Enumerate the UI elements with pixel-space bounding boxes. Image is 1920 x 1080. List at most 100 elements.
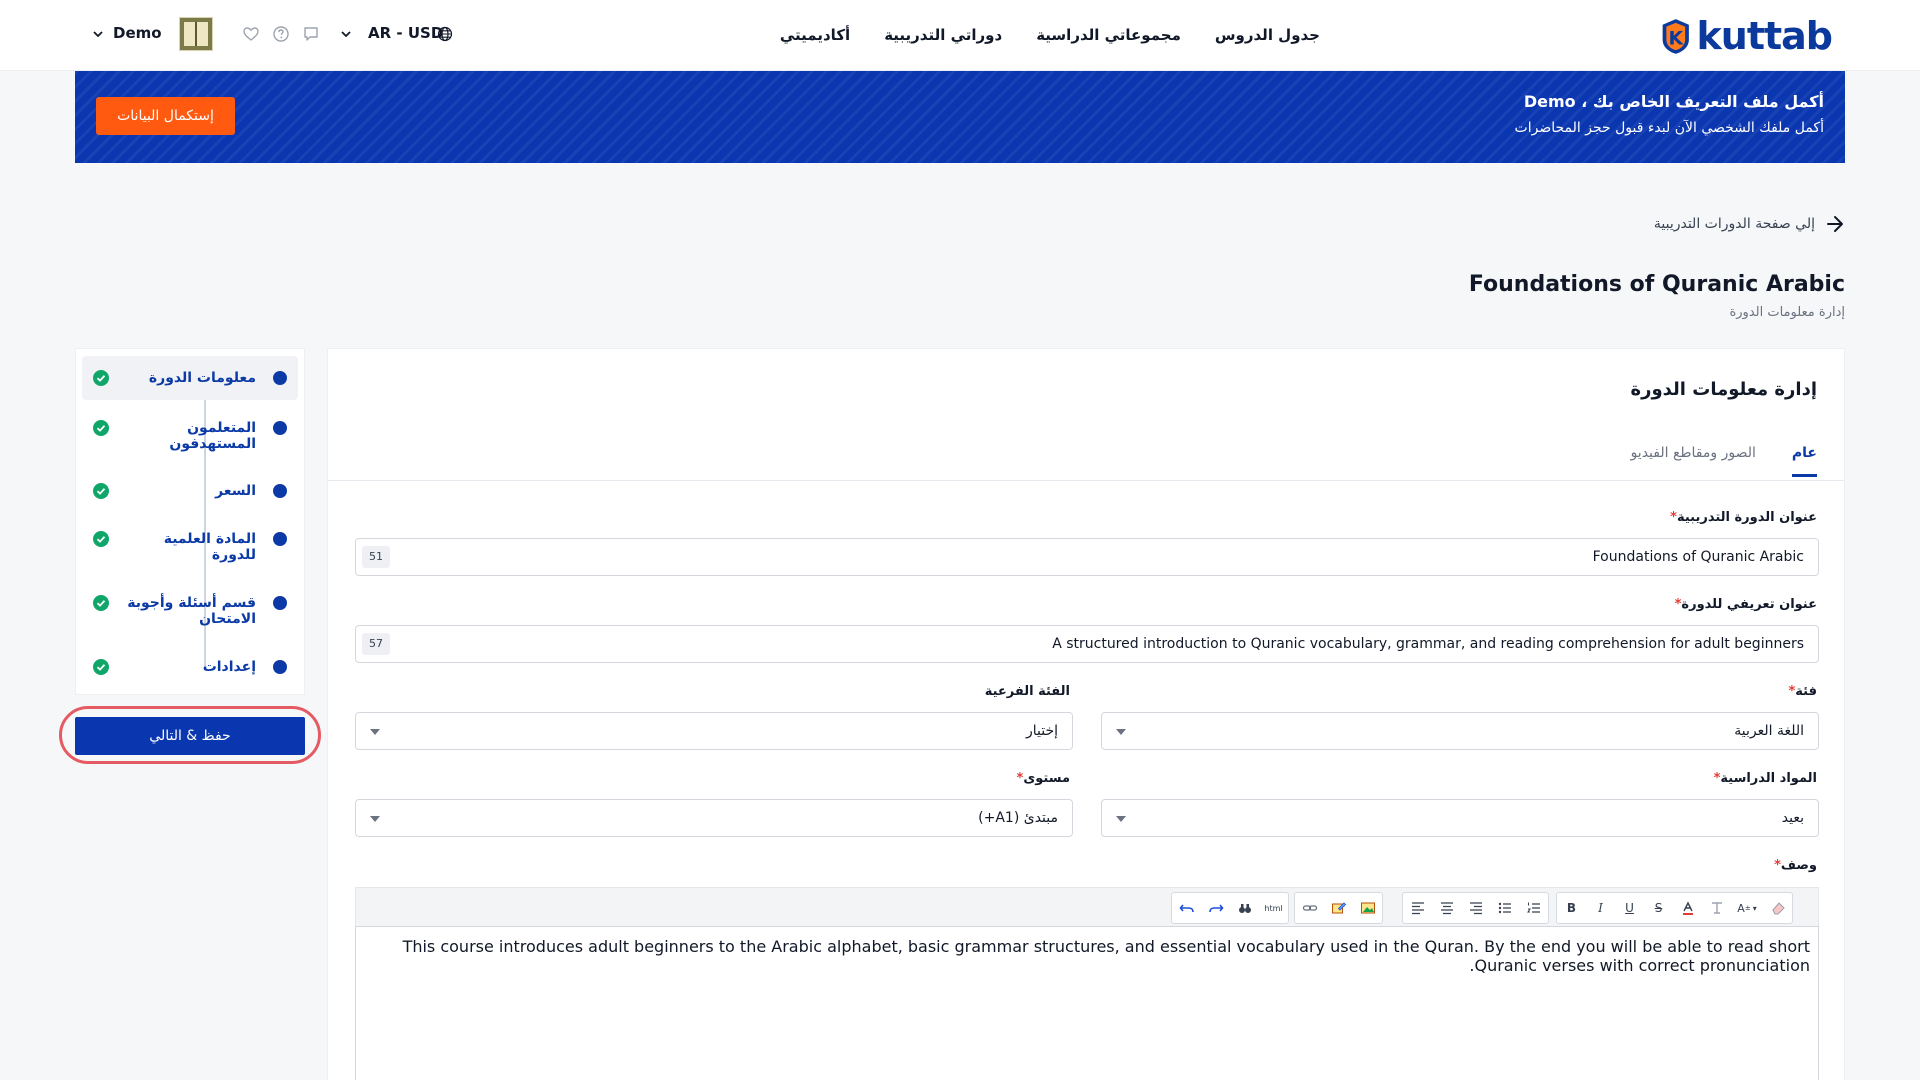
bullet-list-button[interactable] xyxy=(1490,893,1519,923)
kuttab-logo[interactable]: K kuttab xyxy=(1657,14,1833,58)
intro-title-label: عنوان تعريفي للدورة* xyxy=(1674,597,1817,612)
description-text[interactable]: This course introduces adult beginners t… xyxy=(364,937,1810,975)
link-icon xyxy=(1302,905,1317,911)
course-title-input[interactable] xyxy=(398,539,1804,575)
tabs: عام الصور ومقاطع الفيديو xyxy=(1631,445,1817,477)
eraser-icon xyxy=(1771,902,1785,915)
intro-title-field[interactable]: 57 xyxy=(355,625,1819,663)
step-label: قسم أسئلة وأجوبة الامتحان xyxy=(127,595,256,627)
course-steps-sidebar xyxy=(75,348,305,695)
step-dot xyxy=(273,484,287,498)
logo-text: kuttab xyxy=(1696,14,1833,58)
course-title-field[interactable]: 51 xyxy=(355,538,1819,576)
level-value: مبتدئ (A1+) xyxy=(978,810,1058,826)
user-name[interactable]: Demo xyxy=(113,24,162,42)
complete-profile-banner: أكمل ملف التعريف الخاص بك ، Demo أكمل مل… xyxy=(75,71,1845,163)
edit-image-button[interactable] xyxy=(1324,893,1353,923)
step-dot xyxy=(273,421,287,435)
font-size-button[interactable]: A ± ▾ xyxy=(1731,893,1763,923)
description-editor[interactable]: This course introduces adult beginners t… xyxy=(355,926,1819,1080)
completed-check-icon xyxy=(93,483,109,499)
main-nav: جدول الدروس مجموعاتي الدراسية دوراتي الت… xyxy=(780,0,1320,70)
step-settings[interactable]: إعدادات xyxy=(82,652,298,682)
image-icon xyxy=(1360,902,1375,914)
step-dot xyxy=(273,371,287,385)
arrow-right-icon xyxy=(1827,216,1843,232)
step-label: المتعلمون المستهدفون xyxy=(169,420,256,452)
redo-button[interactable] xyxy=(1201,893,1230,923)
language-chevron-down-icon[interactable] xyxy=(340,28,352,40)
align-right-button[interactable] xyxy=(1461,893,1490,923)
numbered-list-button[interactable] xyxy=(1519,893,1548,923)
toolbar-insert-group xyxy=(1294,892,1383,924)
bullet-list-icon xyxy=(1498,902,1511,914)
level-label: مستوى* xyxy=(1016,771,1070,786)
description-label: وصف* xyxy=(1774,858,1817,873)
category-label: فئة* xyxy=(1788,684,1817,699)
text-color-icon xyxy=(1682,901,1693,915)
back-link-label: إلي صفحة الدورات التدريبية xyxy=(1653,216,1815,232)
nav-study-groups[interactable]: مجموعاتي الدراسية xyxy=(1036,26,1181,44)
tab-general[interactable]: عام xyxy=(1791,445,1817,477)
step-label: معلومات الدورة xyxy=(148,370,256,386)
italic-button[interactable]: I xyxy=(1586,893,1615,923)
nav-my-academy[interactable]: أكاديميتي xyxy=(780,26,850,44)
step-price[interactable]: السعر xyxy=(82,476,298,506)
step-course-info[interactable]: معلومات الدورة xyxy=(82,356,298,400)
align-center-icon xyxy=(1440,902,1453,915)
step-target-learners[interactable]: المتعلمون المستهدفون xyxy=(82,412,298,456)
favorites-heart-icon[interactable] xyxy=(242,25,260,43)
level-select[interactable]: مبتدئ (A1+) xyxy=(355,799,1073,837)
back-to-courses-link[interactable]: إلي صفحة الدورات التدريبية xyxy=(1654,214,1845,234)
nav-lessons-schedule[interactable]: جدول الدروس xyxy=(1215,26,1320,44)
numbered-list-icon xyxy=(1526,902,1540,913)
text-color-button[interactable] xyxy=(1673,893,1702,923)
globe-icon[interactable] xyxy=(437,26,453,42)
subcategory-label: الفئة الفرعية xyxy=(984,684,1070,699)
align-center-button[interactable] xyxy=(1432,893,1461,923)
nav-my-courses[interactable]: دوراتي التدريبية xyxy=(884,26,1002,44)
svg-text:K: K xyxy=(1668,28,1684,49)
avatar[interactable] xyxy=(179,17,213,51)
course-info-card: إدارة معلومات الدورة عام الصور ومقاطع ال… xyxy=(327,348,1845,1080)
strikethrough-button[interactable]: S xyxy=(1644,893,1673,923)
editor-toolbar: B I U S A ± ▾ html xyxy=(355,887,1819,927)
clear-format-icon xyxy=(1711,902,1722,914)
bold-button[interactable]: B xyxy=(1557,893,1586,923)
language-currency-selector[interactable]: AR - USD xyxy=(368,24,443,42)
top-header: K kuttab جدول الدروس مجموعاتي الدراسية د… xyxy=(0,0,1920,71)
step-label: السعر xyxy=(215,483,256,499)
messages-chat-icon[interactable] xyxy=(302,25,320,43)
required-mark: * xyxy=(1670,510,1677,525)
step-label: المادة العلمية للدورة xyxy=(163,531,256,563)
completed-check-icon xyxy=(93,420,109,436)
header-utilities: Demo AR - USD xyxy=(0,0,470,70)
help-question-icon[interactable] xyxy=(272,25,290,43)
char-counter: 57 xyxy=(362,633,390,655)
required-mark: * xyxy=(1774,858,1781,873)
save-and-next-button[interactable]: حفظ & التالي xyxy=(75,717,305,755)
tab-images-videos[interactable]: الصور ومقاطع الفيديو xyxy=(1631,445,1756,477)
align-left-icon xyxy=(1411,902,1424,915)
step-course-material[interactable]: المادة العلمية للدورة xyxy=(82,524,298,568)
subcategory-select[interactable]: إختيار xyxy=(355,712,1073,750)
eraser-button[interactable] xyxy=(1763,893,1792,923)
intro-title-input[interactable] xyxy=(398,626,1804,662)
html-source-button[interactable]: html xyxy=(1259,893,1288,923)
insert-link-button[interactable] xyxy=(1295,893,1324,923)
undo-button[interactable] xyxy=(1172,893,1201,923)
subjects-select[interactable]: بعيد xyxy=(1101,799,1819,837)
toolbar-format-group: B I U S A ± ▾ xyxy=(1556,892,1793,924)
find-button[interactable] xyxy=(1230,893,1259,923)
caret-down-icon xyxy=(370,816,380,822)
underline-button[interactable]: U xyxy=(1615,893,1644,923)
align-left-button[interactable] xyxy=(1403,893,1432,923)
step-exam-qa[interactable]: قسم أسئلة وأجوبة الامتحان xyxy=(82,588,298,632)
category-select[interactable]: اللغة العربية xyxy=(1101,712,1819,750)
user-menu-chevron-down-icon[interactable] xyxy=(92,28,104,40)
redo-icon xyxy=(1208,904,1224,913)
align-right-icon xyxy=(1469,902,1482,915)
insert-image-button[interactable] xyxy=(1353,893,1382,923)
complete-data-button[interactable]: إستكمال البيانات xyxy=(96,97,235,135)
clear-format-button[interactable] xyxy=(1702,893,1731,923)
